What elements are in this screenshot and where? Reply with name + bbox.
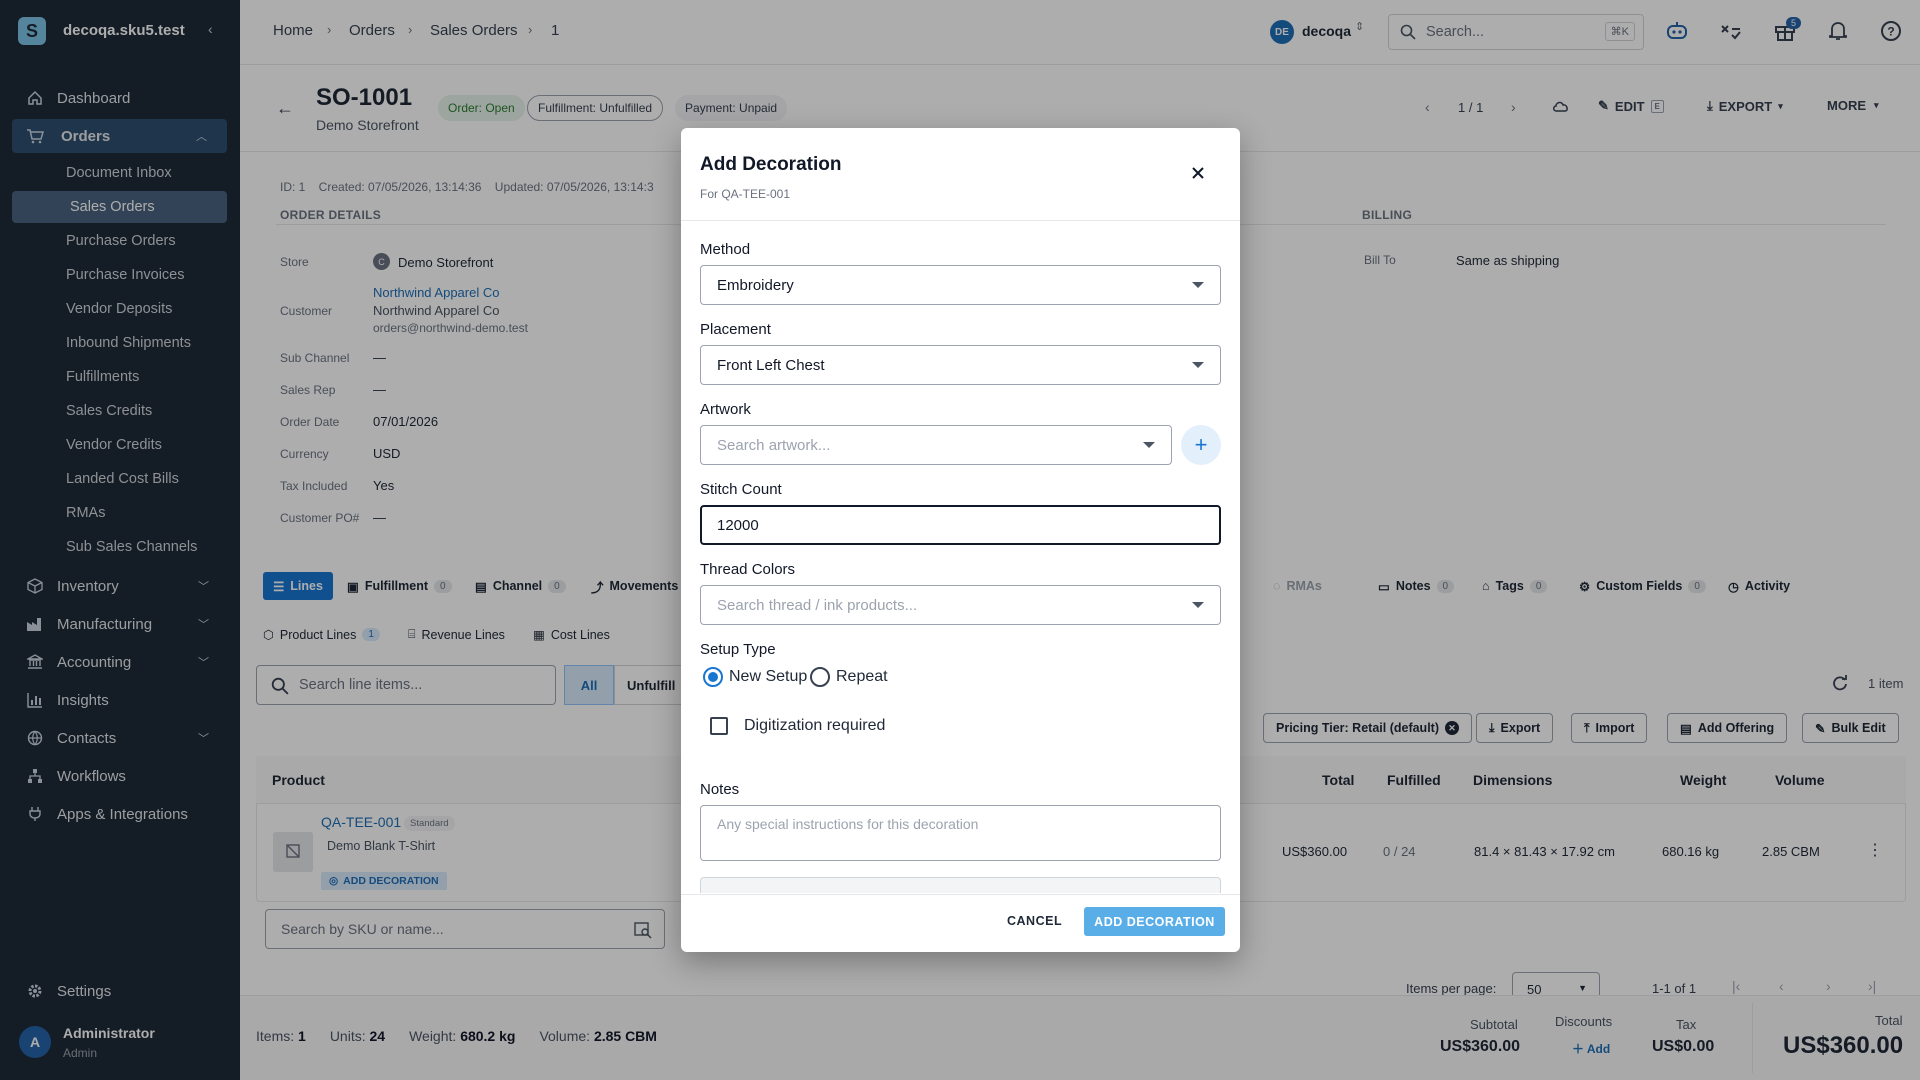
radio-unchecked-icon (810, 667, 830, 687)
add-decoration-submit-button[interactable]: ADD DECORATION (1084, 907, 1225, 936)
dialog-subtitle: For QA-TEE-001 (700, 187, 791, 201)
checkbox-unchecked-icon (710, 717, 728, 735)
close-icon[interactable] (1191, 166, 1211, 186)
artwork-select[interactable]: Search artwork... (700, 425, 1172, 465)
checkbox-label: Digitization required (744, 717, 886, 734)
placement-value: Front Left Chest (717, 356, 825, 374)
notes-textarea[interactable]: Any special instructions for this decora… (700, 805, 1221, 861)
thread-colors-label: Thread Colors (700, 561, 796, 578)
plus-icon: + (1194, 432, 1208, 457)
caret-down-icon (1192, 362, 1204, 368)
caret-down-icon (1143, 442, 1155, 448)
setup-repeat-radio[interactable]: Repeat (810, 667, 888, 687)
divider (681, 894, 1240, 895)
method-value: Embroidery (717, 276, 794, 294)
digitization-checkbox[interactable]: Digitization required (710, 717, 885, 735)
thread-colors-placeholder: Search thread / ink products... (717, 596, 918, 614)
divider (681, 220, 1240, 221)
method-label: Method (700, 241, 751, 258)
artwork-placeholder: Search artwork... (717, 436, 831, 454)
setup-new-radio[interactable]: New Setup (703, 667, 807, 687)
stitch-count-input[interactable]: 12000 (700, 505, 1221, 545)
notes-label: Notes (700, 781, 740, 798)
artwork-label: Artwork (700, 401, 751, 418)
method-select[interactable]: Embroidery (700, 265, 1221, 305)
placement-label: Placement (700, 321, 771, 338)
cancel-button[interactable]: CANCEL (1007, 914, 1062, 928)
setup-type-label: Setup Type (700, 641, 776, 658)
add-artwork-button[interactable]: + (1181, 425, 1221, 465)
radio-label: Repeat (836, 668, 888, 685)
caret-down-icon (1192, 602, 1204, 608)
stitch-count-value: 12000 (717, 516, 759, 534)
radio-checked-icon (703, 667, 723, 687)
thread-colors-select[interactable]: Search thread / ink products... (700, 585, 1221, 625)
add-decoration-dialog: Add Decoration For QA-TEE-001 Method Emb… (681, 128, 1240, 952)
scroll-cutoff-panel (700, 877, 1221, 893)
radio-label: New Setup (729, 668, 808, 685)
placement-select[interactable]: Front Left Chest (700, 345, 1221, 385)
stitch-count-label: Stitch Count (700, 481, 782, 498)
dialog-title: Add Decoration (700, 154, 842, 175)
caret-down-icon (1192, 282, 1204, 288)
